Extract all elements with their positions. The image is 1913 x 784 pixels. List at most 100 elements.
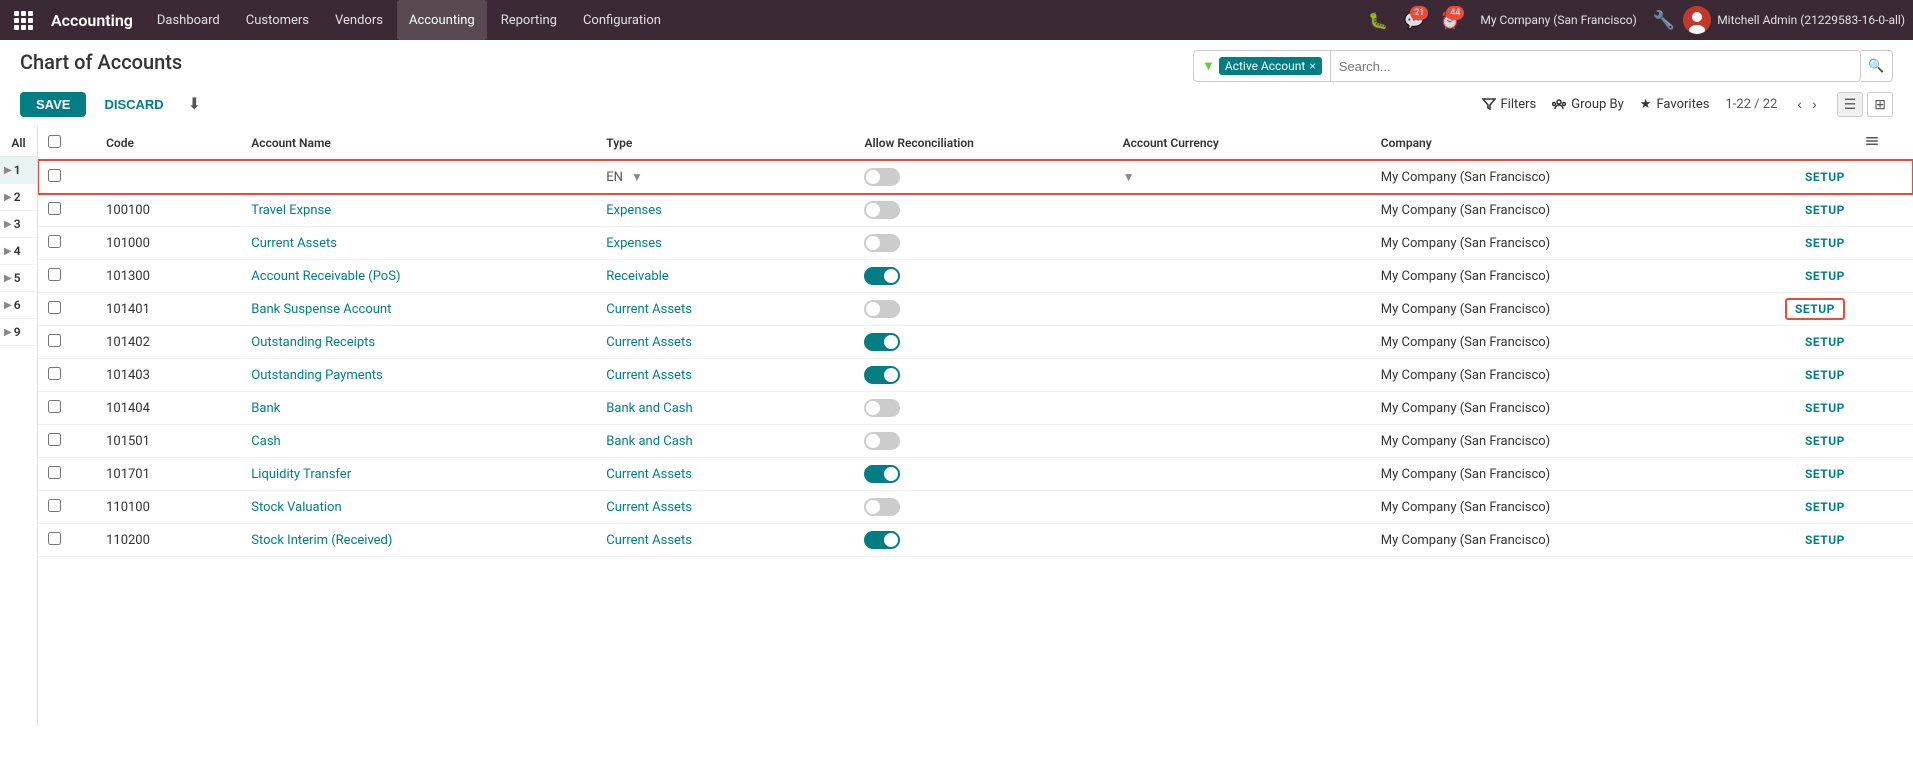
setup-button-3[interactable]: SETUP	[1785, 298, 1845, 320]
setup-button-0[interactable]: SETUP	[1805, 203, 1845, 217]
header-settings[interactable]	[1855, 126, 1913, 160]
row-checkbox-4[interactable]	[48, 334, 61, 347]
wrench-icon[interactable]: 🔧	[1653, 10, 1675, 31]
setup-button-7[interactable]: SETUP	[1805, 434, 1845, 448]
row-name-3[interactable]: Bank Suspense Account	[241, 293, 596, 326]
row-setup-3[interactable]: SETUP	[1726, 293, 1855, 326]
row-setup-2[interactable]: SETUP	[1726, 260, 1855, 293]
tag-close-icon[interactable]: ×	[1309, 59, 1315, 73]
row-setup-5[interactable]: SETUP	[1726, 359, 1855, 392]
favorites-button[interactable]: ★ Favorites	[1640, 97, 1710, 112]
row-type-3[interactable]: Current Assets	[596, 293, 854, 326]
reconcile-toggle-2[interactable]	[864, 267, 900, 285]
sidebar-item-9[interactable]: ▶9	[0, 319, 37, 346]
row-type-0[interactable]: Expenses	[596, 194, 854, 227]
sidebar-all-item[interactable]: All	[0, 130, 37, 157]
row-checkbox-1[interactable]	[48, 235, 61, 248]
active-account-tag[interactable]: Active Account ×	[1219, 57, 1322, 75]
reconcile-toggle-0[interactable]	[864, 201, 900, 219]
nav-link-dashboard[interactable]: Dashboard	[145, 0, 232, 40]
row-type-10[interactable]: Current Assets	[596, 524, 854, 557]
reconcile-toggle-6[interactable]	[864, 399, 900, 417]
bug-icon[interactable]: 🐛	[1364, 6, 1392, 34]
kanban-view-button[interactable]: ⊞	[1867, 92, 1893, 117]
setup-button-1[interactable]: SETUP	[1805, 236, 1845, 250]
new-row-checkbox[interactable]	[48, 169, 61, 182]
row-checkbox-8[interactable]	[48, 466, 61, 479]
row-type-2[interactable]: Receivable	[596, 260, 854, 293]
setup-button-9[interactable]: SETUP	[1805, 500, 1845, 514]
row-checkbox-0[interactable]	[48, 202, 61, 215]
row-checkbox-7[interactable]	[48, 433, 61, 446]
nav-link-vendors[interactable]: Vendors	[323, 0, 395, 40]
sidebar-item-3[interactable]: ▶3	[0, 211, 37, 238]
nav-link-configuration[interactable]: Configuration	[571, 0, 673, 40]
download-button[interactable]: ⬇	[182, 90, 207, 118]
header-account-name[interactable]: Account Name	[241, 126, 596, 160]
group-by-button[interactable]: Group By	[1552, 97, 1624, 112]
chat-icon[interactable]: 💬 21	[1400, 6, 1428, 34]
row-type-8[interactable]: Current Assets	[596, 458, 854, 491]
row-setup-4[interactable]: SETUP	[1726, 326, 1855, 359]
nav-company[interactable]: My Company (San Francisco)	[1472, 13, 1644, 27]
filters-button[interactable]: Filters	[1482, 97, 1537, 112]
row-name-1[interactable]: Current Assets	[241, 227, 596, 260]
reconcile-toggle-8[interactable]	[864, 465, 900, 483]
save-button[interactable]: SAVE	[20, 92, 86, 117]
row-checkbox-6[interactable]	[48, 400, 61, 413]
nav-link-accounting[interactable]: Accounting	[397, 0, 487, 40]
row-name-4[interactable]: Outstanding Receipts	[241, 326, 596, 359]
setup-button-4[interactable]: SETUP	[1805, 335, 1845, 349]
reconcile-toggle-5[interactable]	[864, 366, 900, 384]
reconcile-toggle-7[interactable]	[864, 432, 900, 450]
next-page-button[interactable]: ›	[1808, 94, 1821, 114]
nav-brand[interactable]: Accounting	[43, 11, 141, 30]
reconcile-toggle-10[interactable]	[864, 531, 900, 549]
new-row-type-select[interactable]: EN ▼	[606, 170, 844, 185]
reconcile-toggle-1[interactable]	[864, 234, 900, 252]
sidebar-item-5[interactable]: ▶5	[0, 265, 37, 292]
row-name-6[interactable]: Bank	[241, 392, 596, 425]
header-code[interactable]: Code	[96, 126, 241, 160]
row-setup-9[interactable]: SETUP	[1726, 491, 1855, 524]
row-setup-10[interactable]: SETUP	[1726, 524, 1855, 557]
reconcile-toggle-4[interactable]	[864, 333, 900, 351]
row-checkbox-5[interactable]	[48, 367, 61, 380]
row-type-9[interactable]: Current Assets	[596, 491, 854, 524]
row-type-4[interactable]: Current Assets	[596, 326, 854, 359]
apps-menu-icon[interactable]	[8, 5, 39, 36]
reconcile-toggle-3[interactable]	[864, 300, 900, 318]
row-type-5[interactable]: Current Assets	[596, 359, 854, 392]
prev-page-button[interactable]: ‹	[1793, 94, 1806, 114]
row-type-1[interactable]: Expenses	[596, 227, 854, 260]
setup-button-2[interactable]: SETUP	[1805, 269, 1845, 283]
sidebar-item-4[interactable]: ▶4	[0, 238, 37, 265]
reconcile-toggle-9[interactable]	[864, 498, 900, 516]
row-name-9[interactable]: Stock Valuation	[241, 491, 596, 524]
nav-link-reporting[interactable]: Reporting	[489, 0, 569, 40]
clock-icon[interactable]: ⏰ 44	[1436, 6, 1464, 34]
header-allow-reconciliation[interactable]: Allow Reconciliation	[854, 126, 1112, 160]
setup-button-10[interactable]: SETUP	[1805, 533, 1845, 547]
sidebar-item-2[interactable]: ▶2	[0, 184, 37, 211]
discard-button[interactable]: DISCARD	[94, 92, 173, 117]
row-type-7[interactable]: Bank and Cash	[596, 425, 854, 458]
sidebar-item-6[interactable]: ▶6	[0, 292, 37, 319]
row-setup-6[interactable]: SETUP	[1726, 392, 1855, 425]
select-all-checkbox[interactable]	[48, 135, 61, 148]
new-row-currency-dropdown-arrow[interactable]: ▼	[1123, 170, 1135, 184]
setup-button-8[interactable]: SETUP	[1805, 467, 1845, 481]
nav-user[interactable]: Mitchell Admin (21229583-16-0-all)	[1683, 6, 1905, 34]
new-row-code-input[interactable]	[106, 169, 231, 184]
row-setup-7[interactable]: SETUP	[1726, 425, 1855, 458]
header-account-currency[interactable]: Account Currency	[1113, 126, 1371, 160]
row-setup-1[interactable]: SETUP	[1726, 227, 1855, 260]
row-checkbox-3[interactable]	[48, 301, 61, 314]
reconcile-toggle-off[interactable]	[864, 168, 900, 186]
row-checkbox-9[interactable]	[48, 499, 61, 512]
row-name-10[interactable]: Stock Interim (Received)	[241, 524, 596, 557]
new-row-name-input[interactable]	[251, 169, 586, 184]
search-input[interactable]	[1330, 50, 1861, 82]
header-type[interactable]: Type	[596, 126, 854, 160]
row-name-0[interactable]: Travel Expnse	[241, 194, 596, 227]
